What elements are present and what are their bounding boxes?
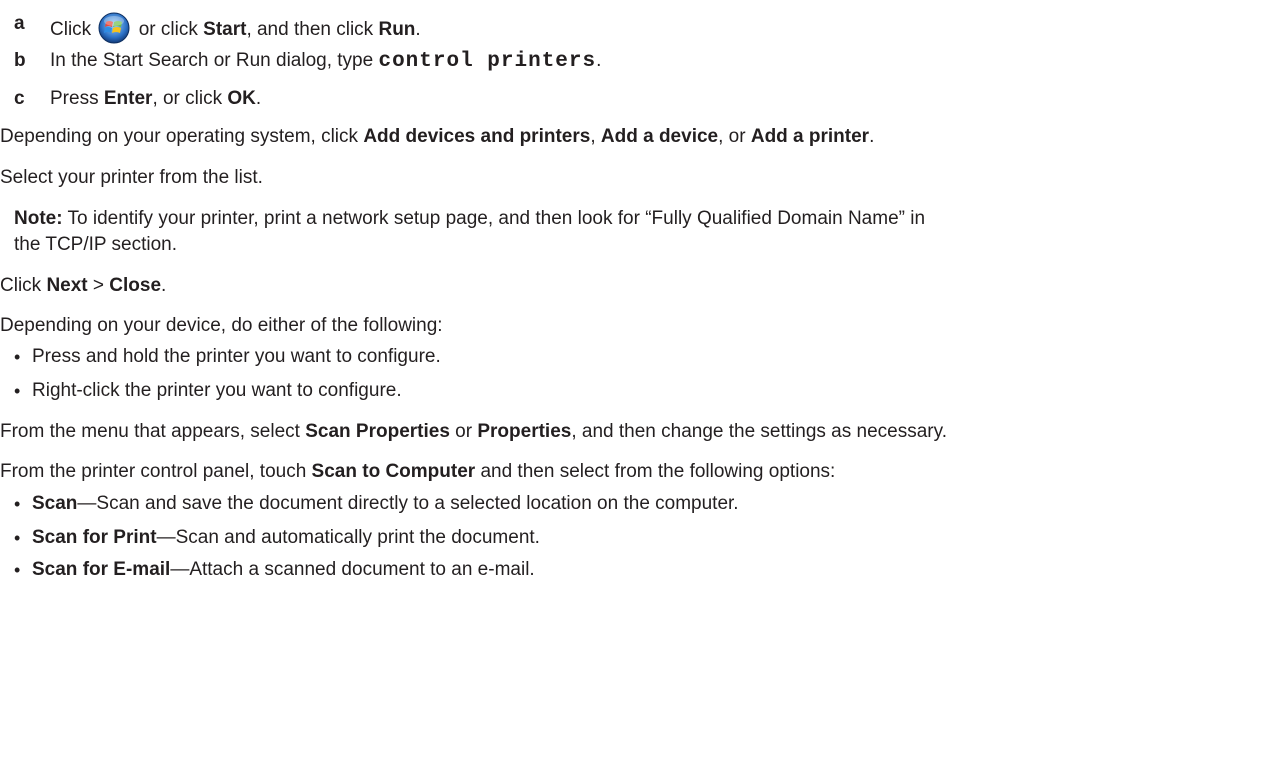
next-close-instruction: Click Next > Close. (0, 275, 167, 296)
substep-text: Click or click Start, and then click Run… (50, 12, 421, 44)
device-instruction: Depending on your device, do either of t… (0, 315, 443, 336)
substep-a: a Click or click Start, and then click R… (14, 12, 421, 44)
note-line-2: the TCP/IP section. (14, 234, 177, 255)
substep-letter: a (14, 13, 25, 34)
substep-c: c Press Enter, or click OK. (14, 87, 261, 111)
option-name: Scan for Print (32, 527, 157, 548)
bullet-glyph: • (14, 560, 21, 580)
bullet-glyph: • (14, 494, 21, 514)
substep-letter: c (14, 88, 25, 109)
substep-text: Press Enter, or click OK. (50, 88, 262, 109)
bullet-glyph: • (14, 347, 21, 367)
substep-letter: b (14, 50, 26, 71)
list-item: • Scan for E-mail—Attach a scanned docum… (14, 559, 535, 580)
note-line-1: Note: To identify your printer, print a … (14, 208, 926, 229)
note-label: Note: (14, 208, 63, 229)
bullet-glyph: • (14, 528, 21, 548)
select-printer-instruction: Select your printer from the list. (0, 167, 263, 188)
list-item: • Scan for Print—Scan and automatically … (14, 527, 540, 548)
option-name: Scan (32, 493, 78, 514)
add-printer-instruction: Depending on your operating system, clic… (0, 126, 875, 147)
control-panel-instruction: From the printer control panel, touch Sc… (0, 461, 836, 482)
list-item: • Right-click the printer you want to co… (14, 380, 402, 401)
substep-b: b In the Start Search or Run dialog, typ… (14, 49, 601, 74)
bullet-glyph: • (14, 381, 21, 401)
command-text: control printers (378, 50, 597, 73)
substep-text: In the Start Search or Run dialog, type … (50, 50, 602, 73)
list-item: • Press and hold the printer you want to… (14, 346, 441, 367)
scan-properties-instruction: From the menu that appears, select Scan … (0, 421, 947, 442)
windows-start-orb-icon (98, 12, 130, 44)
option-name: Scan for E-mail (32, 559, 171, 580)
list-item: • Scan—Scan and save the document direct… (14, 493, 739, 514)
